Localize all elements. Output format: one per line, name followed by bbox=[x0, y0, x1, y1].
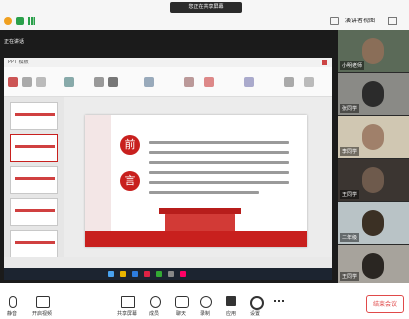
slide-thumbnail[interactable] bbox=[10, 134, 58, 162]
slide-heading-bottom: 言 bbox=[120, 171, 140, 191]
participant-tile[interactable]: 小明老师 bbox=[338, 30, 409, 72]
participant-tile[interactable]: 二年级 bbox=[338, 202, 409, 244]
meeting-info-icon[interactable] bbox=[4, 17, 12, 25]
slide-text-line bbox=[149, 171, 289, 174]
view-settings-icon[interactable] bbox=[330, 17, 339, 25]
video-camera-icon[interactable] bbox=[36, 296, 50, 308]
avatar bbox=[362, 210, 384, 236]
security-icon[interactable] bbox=[16, 17, 24, 25]
taskbar-app-icon[interactable] bbox=[144, 271, 150, 277]
share-status-text: 您正在共享屏幕 bbox=[188, 4, 224, 10]
more-icon[interactable] bbox=[274, 296, 284, 306]
ppt-status-bar bbox=[4, 257, 332, 268]
taskbar-app-icon[interactable] bbox=[168, 271, 174, 277]
settings-icon[interactable] bbox=[250, 296, 264, 310]
participant-name: 王同学 bbox=[340, 272, 360, 281]
slide-gate-illustration bbox=[165, 213, 235, 231]
slide-thumbnail[interactable] bbox=[10, 166, 58, 194]
mute-button[interactable]: 静音 bbox=[0, 310, 27, 317]
ribbon-font-icon[interactable] bbox=[94, 77, 104, 87]
participant-name: 小明老师 bbox=[340, 61, 365, 70]
members-icon[interactable] bbox=[150, 296, 161, 308]
ribbon-shape-icon[interactable] bbox=[204, 77, 214, 87]
ribbon-layout-icon[interactable] bbox=[64, 77, 74, 87]
record-icon[interactable] bbox=[200, 296, 212, 308]
end-meeting-label: 结束会议 bbox=[372, 301, 397, 308]
ribbon-align-icon[interactable] bbox=[144, 77, 154, 87]
ribbon-find-icon[interactable] bbox=[284, 77, 294, 87]
participant-name: 张同学 bbox=[340, 104, 360, 113]
participant-tile[interactable]: 李同学 bbox=[338, 116, 409, 158]
microphone-icon[interactable] bbox=[9, 296, 17, 308]
ppt-close-icon[interactable] bbox=[322, 60, 327, 65]
slide-thumbnail[interactable] bbox=[10, 198, 58, 226]
slide-gate-roof bbox=[159, 208, 241, 214]
slide-text-line bbox=[149, 151, 289, 154]
taskbar-app-icon[interactable] bbox=[156, 271, 162, 277]
participant-name: 二年级 bbox=[340, 233, 360, 242]
presenter-label: 正在讲话 bbox=[4, 39, 25, 45]
fullscreen-icon[interactable] bbox=[388, 17, 397, 25]
current-slide[interactable]: 前 言 bbox=[85, 115, 307, 247]
slide-thumbnail[interactable] bbox=[10, 102, 58, 130]
avatar bbox=[362, 253, 384, 279]
settings-button[interactable]: 设置 bbox=[240, 310, 270, 317]
ppt-ribbon bbox=[4, 67, 332, 97]
chat-icon[interactable] bbox=[175, 296, 189, 308]
slide-left-decoration bbox=[85, 115, 111, 247]
ribbon-bold-icon[interactable] bbox=[108, 77, 118, 87]
taskbar-app-icon[interactable] bbox=[132, 271, 138, 277]
slide-thumbnail[interactable] bbox=[10, 230, 58, 258]
slide-text-line bbox=[149, 191, 259, 194]
ribbon-format-icon[interactable] bbox=[36, 77, 46, 87]
ribbon-cut-icon[interactable] bbox=[22, 77, 32, 87]
slide-footer-band bbox=[85, 231, 307, 247]
apps-icon[interactable] bbox=[226, 296, 236, 306]
members-button[interactable]: 成员 bbox=[139, 310, 169, 317]
avatar bbox=[362, 81, 384, 107]
avatar bbox=[362, 124, 384, 150]
taskbar-app-icon[interactable] bbox=[120, 271, 126, 277]
ppt-title-bar: PPT 模板 bbox=[4, 58, 332, 67]
participant-name: 王同学 bbox=[340, 190, 360, 199]
slide-text-line bbox=[149, 161, 289, 164]
share-screen-icon[interactable] bbox=[121, 296, 135, 308]
share-screen-button[interactable]: 共享屏幕 bbox=[112, 310, 142, 317]
view-mode-button[interactable]: 演讲者视图 bbox=[345, 18, 379, 24]
slide-heading-top: 前 bbox=[120, 135, 140, 155]
participant-tile[interactable]: 王同学 bbox=[338, 159, 409, 201]
ppt-tab-title[interactable]: PPT 模板 bbox=[8, 60, 29, 65]
taskbar-app-icon[interactable] bbox=[180, 271, 186, 277]
signal-icon bbox=[28, 17, 35, 25]
start-icon[interactable] bbox=[108, 271, 114, 277]
slide-text-line bbox=[149, 141, 289, 144]
avatar bbox=[362, 167, 384, 193]
participant-tile[interactable]: 张同学 bbox=[338, 73, 409, 115]
participant-name: 李同学 bbox=[340, 147, 360, 156]
ribbon-select-icon[interactable] bbox=[304, 77, 314, 87]
avatar bbox=[362, 38, 384, 64]
slide-text-line bbox=[149, 181, 289, 184]
end-meeting-button[interactable]: 结束会议 bbox=[366, 295, 404, 313]
ribbon-arrange-icon[interactable] bbox=[244, 77, 254, 87]
share-status-pill[interactable]: 您正在共享屏幕 bbox=[170, 2, 242, 13]
presenter-tag: 正在讲话 bbox=[4, 35, 44, 49]
video-button[interactable]: 开启视频 bbox=[27, 310, 57, 317]
participant-tile[interactable]: 王同学 bbox=[338, 245, 409, 283]
ribbon-textbox-icon[interactable] bbox=[184, 77, 194, 87]
ribbon-paste-icon[interactable] bbox=[8, 77, 18, 87]
